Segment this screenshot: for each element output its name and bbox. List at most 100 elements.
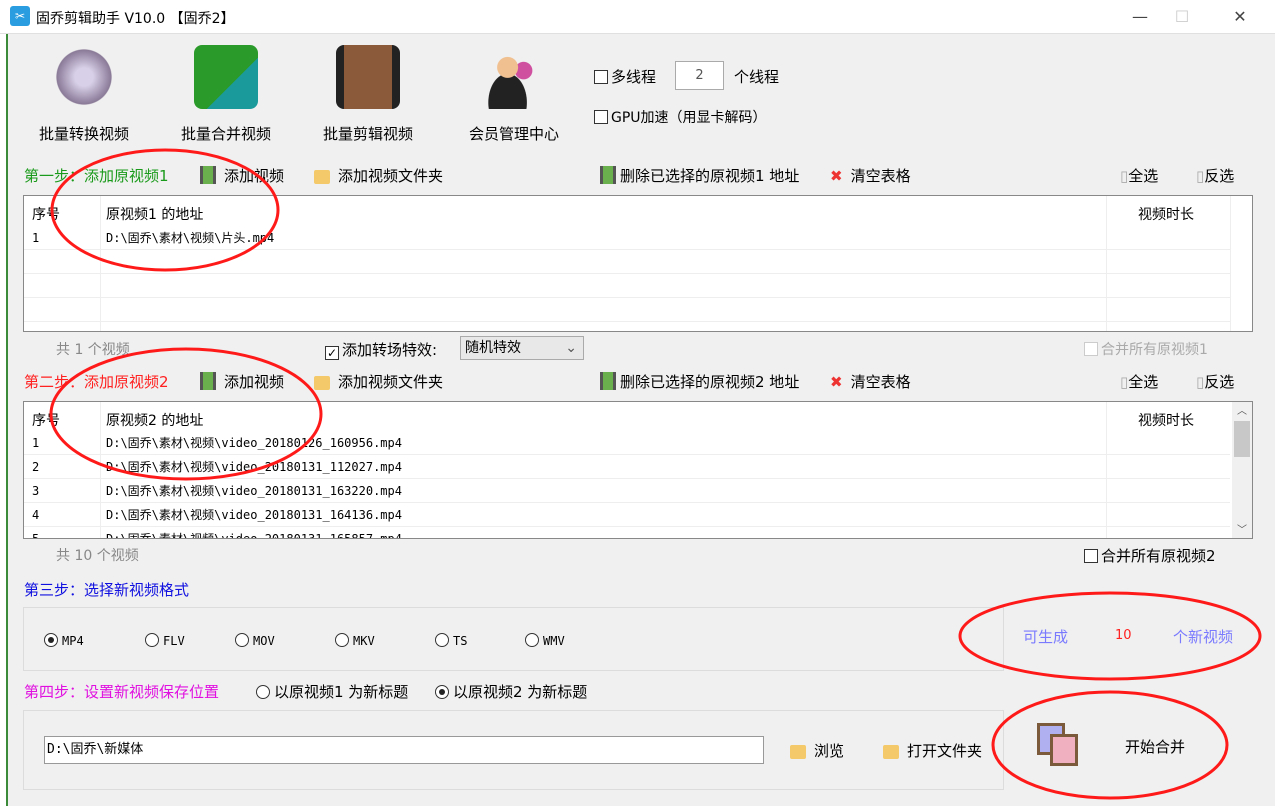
merge-film-icon-back (1050, 734, 1078, 766)
format-label: MP4 (62, 634, 84, 648)
format-flv-radio[interactable]: FLV (145, 633, 185, 648)
format-label: TS (453, 634, 468, 648)
merge-all-2-label: 合并所有原视频2 (1101, 547, 1216, 565)
row-path: D:\固乔\素材\视频\video_20180131_164136.mp4 (106, 508, 402, 522)
generate-count: 10 (1115, 628, 1132, 643)
delete-selected-button-2[interactable]: 删除已选择的原视频2 地址 (600, 371, 799, 392)
video1-table[interactable]: 序号 原视频1 的地址 视频时长 1 D:\固乔\素材\视频\片头.mp4 (23, 195, 1253, 332)
batch-convert-button[interactable]: 批量转换视频 (24, 45, 144, 144)
invert-button-2[interactable]: ▯反选 (1196, 371, 1234, 392)
col-index-header: 序号 (32, 413, 60, 429)
batch-cut-button[interactable]: 批量剪辑视频 (308, 45, 428, 144)
format-label: MOV (253, 634, 275, 648)
delete-label: 删除已选择的原视频1 地址 (620, 167, 800, 185)
col-path-header: 原视频1 的地址 (106, 207, 204, 223)
folder-add-icon (314, 376, 330, 390)
video1-count: 共 1 个视频 (56, 342, 130, 358)
col-index-header: 序号 (32, 207, 60, 223)
multithread-checkbox[interactable]: 多线程 (594, 66, 656, 87)
tool-label: 批量合并视频 (180, 125, 271, 143)
window-title: 固乔剪辑助手 V10.0 【固乔2】 (36, 11, 235, 27)
minimize-button[interactable]: — (1120, 4, 1160, 30)
chevron-down-icon: ⌄ (565, 340, 577, 356)
thread-count-input[interactable]: 2 (675, 61, 724, 90)
delete-film-icon (600, 166, 616, 184)
transition-value: 随机特效 (465, 340, 521, 356)
format-label: FLV (163, 634, 185, 648)
x-icon: ✖ (830, 167, 843, 185)
format-mkv-radio[interactable]: MKV (335, 633, 375, 648)
app-icon: ✂ (10, 6, 30, 26)
clear-label: 清空表格 (850, 373, 911, 391)
title-bar: ✂ 固乔剪辑助手 V10.0 【固乔2】 — ☐ ✕ (0, 0, 1275, 34)
format-wmv-radio[interactable]: WMV (525, 633, 565, 648)
add-folder-button-2[interactable]: 添加视频文件夹 (314, 371, 443, 392)
add-video-button-2[interactable]: 添加视频 (200, 371, 284, 392)
new-videos-label: 个新视频 (1173, 628, 1234, 646)
gpu-checkbox[interactable]: GPU加速（用显卡解码） (594, 107, 767, 127)
video2-table[interactable]: 序号 原视频2 的地址 视频时长 1 D:\固乔\素材\视频\video_2018… (23, 401, 1253, 539)
add-video-button-1[interactable]: 添加视频 (200, 165, 284, 186)
gpu-label: GPU加速（用显卡解码） (611, 110, 767, 126)
add-folder-button-1[interactable]: 添加视频文件夹 (314, 165, 443, 186)
window-edge (0, 0, 8, 806)
row-path: D:\固乔\素材\视频\video_20180131_112027.mp4 (106, 460, 402, 474)
start-merge-button[interactable]: 开始合并 (1030, 720, 1210, 770)
invert-button-1[interactable]: ▯反选 (1196, 165, 1234, 186)
format-mp4-radio[interactable]: MP4 (44, 633, 84, 648)
start-merge-label: 开始合并 (1125, 738, 1186, 756)
transition-checkbox[interactable]: ✓ 添加转场特效: (325, 339, 437, 360)
table-row[interactable]: 1 D:\固乔\素材\视频\片头.mp4 (24, 226, 1230, 250)
open-folder-button[interactable]: 打开文件夹 (883, 740, 982, 761)
scrollbar[interactable]: ︿ ﹀ (1232, 402, 1252, 538)
row-index: 5 (32, 532, 40, 539)
maximize-button[interactable]: ☐ (1162, 4, 1202, 30)
table-row[interactable]: 3 D:\固乔\素材\视频\video_20180131_163220.mp4 (24, 479, 1230, 503)
video2-count: 共 10 个视频 (56, 548, 139, 564)
title-from-video2-radio[interactable]: 以原视频2 为新标题 (435, 681, 587, 702)
open-folder-label: 打开文件夹 (907, 742, 983, 760)
title-from-video1-radio[interactable]: 以原视频1 为新标题 (256, 681, 408, 702)
scrollbar-thumb[interactable] (1234, 421, 1250, 457)
close-button[interactable]: ✕ (1220, 4, 1260, 30)
table-row[interactable]: 5 D:\固乔\素材\视频\video_20180131_165857.mp4 (24, 527, 1230, 539)
scroll-down-icon[interactable]: ﹀ (1232, 521, 1252, 536)
merge-all-2-checkbox[interactable]: 合并所有原视频2 (1084, 545, 1216, 566)
delete-label: 删除已选择的原视频2 地址 (620, 373, 800, 391)
col-duration-header: 视频时长 (1138, 207, 1194, 223)
table-row (24, 274, 1230, 298)
select-all-button-1[interactable]: ▯全选 (1120, 165, 1158, 186)
browse-button[interactable]: 浏览 (790, 740, 844, 761)
select-all-button-2[interactable]: ▯全选 (1120, 371, 1158, 392)
film-reel-icon (52, 45, 116, 109)
add-folder-label: 添加视频文件夹 (338, 373, 444, 391)
table-row[interactable]: 1 D:\固乔\素材\视频\video_20180126_160956.mp4 (24, 431, 1230, 455)
transition-select[interactable]: 随机特效 ⌄ (460, 336, 584, 360)
scroll-up-icon[interactable]: ︿ (1232, 402, 1252, 417)
transition-label: 添加转场特效: (342, 341, 438, 359)
batch-merge-button[interactable]: 批量合并视频 (166, 45, 286, 144)
step4-label: 第四步：设置新视频保存位置 (24, 683, 220, 701)
merge-film-icon (194, 45, 258, 109)
member-center-button[interactable]: 会员管理中心 (454, 45, 574, 144)
users-icon (482, 45, 546, 109)
merge-all-1-checkbox[interactable]: 合并所有原视频1 (1084, 339, 1208, 359)
folder-search-icon (790, 745, 806, 759)
table-row (24, 250, 1230, 274)
table-row[interactable]: 4 D:\固乔\素材\视频\video_20180131_164136.mp4 (24, 503, 1230, 527)
format-mov-radio[interactable]: MOV (235, 633, 275, 648)
row-path: D:\固乔\素材\视频\video_20180131_163220.mp4 (106, 484, 402, 498)
clear-table-button-2[interactable]: ✖ 清空表格 (830, 371, 911, 392)
invert-label: 反选 (1204, 167, 1235, 185)
format-ts-radio[interactable]: TS (435, 633, 467, 648)
step1-label: 第一步：添加原视频1 (24, 167, 169, 185)
title-opt2-label: 以原视频2 为新标题 (453, 683, 588, 701)
invert-label: 反选 (1204, 373, 1235, 391)
row-path: D:\固乔\素材\视频\片头.mp4 (106, 231, 275, 245)
clear-table-button-1[interactable]: ✖ 清空表格 (830, 165, 911, 186)
add-video-label: 添加视频 (224, 373, 285, 391)
step3-label: 第三步：选择新视频格式 (24, 581, 190, 599)
output-path-input[interactable]: D:\固乔\新媒体 (44, 736, 764, 764)
delete-selected-button-1[interactable]: 删除已选择的原视频1 地址 (600, 165, 799, 186)
table-row[interactable]: 2 D:\固乔\素材\视频\video_20180131_112027.mp4 (24, 455, 1230, 479)
